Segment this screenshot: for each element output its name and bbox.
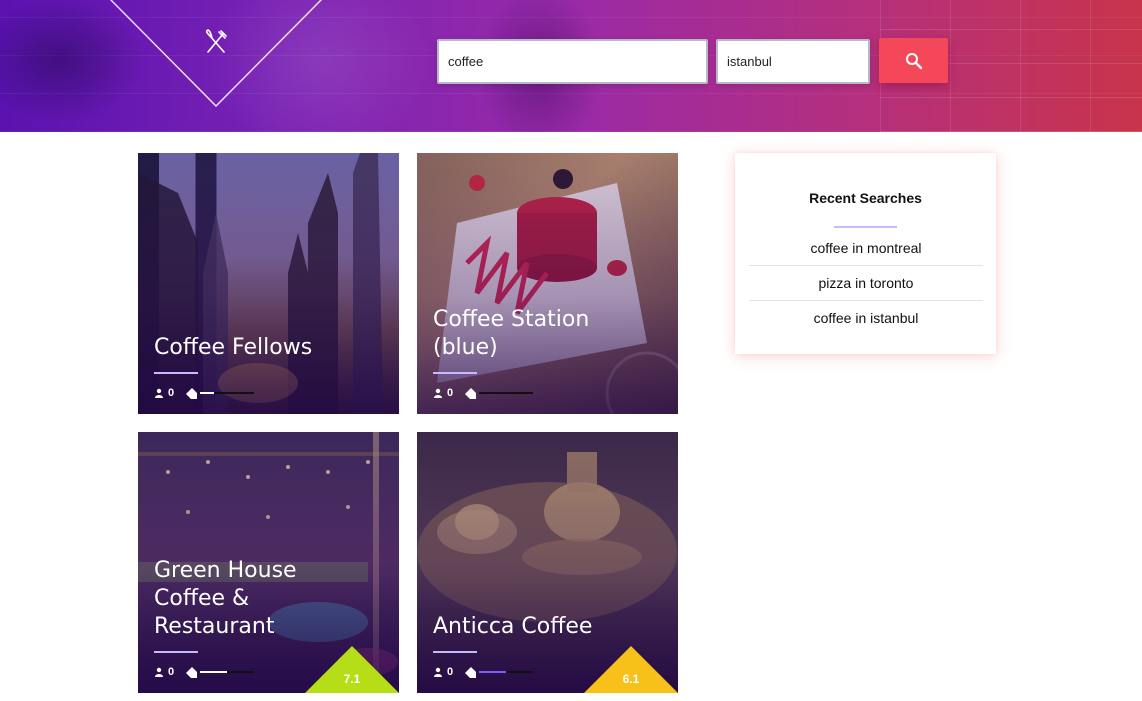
card-divider	[154, 372, 198, 374]
venue-meta: 0	[154, 386, 255, 400]
tag-icon	[186, 666, 198, 678]
recent-search-item[interactable]: coffee in istanbul	[749, 301, 983, 336]
venue-meta: 0	[433, 665, 534, 679]
search-button[interactable]	[879, 38, 948, 83]
venue-meta: 0	[154, 665, 255, 679]
recent-search-item[interactable]: coffee in montreal	[749, 231, 983, 266]
rating-value: 6.1	[622, 672, 640, 686]
search-term-input[interactable]	[437, 39, 708, 84]
card-divider	[433, 651, 477, 653]
recent-searches-title: Recent Searches	[809, 190, 922, 206]
venue-name: Coffee Station (blue)	[433, 307, 590, 360]
checkin-count: 0	[447, 387, 454, 399]
header-banner	[0, 0, 1142, 132]
recent-searches-panel: Recent Searches coffee in montreal pizza…	[735, 153, 996, 354]
tag-icon	[465, 387, 477, 399]
person-icon	[434, 667, 442, 677]
price-level-bar	[479, 671, 534, 673]
search-location-input[interactable]	[716, 39, 870, 84]
price-level-bar	[479, 392, 534, 394]
price-level-bar	[200, 671, 255, 673]
person-icon	[434, 388, 442, 398]
venue-name: Coffee Fellows	[154, 335, 313, 360]
venue-name: Green House Coffee & Restaurant	[154, 558, 297, 639]
checkin-count: 0	[168, 387, 175, 399]
rating-value: 7.1	[343, 672, 361, 686]
venue-card[interactable]: Coffee Fellows 0	[138, 153, 399, 414]
recent-searches-divider	[834, 226, 897, 228]
checkin-count: 0	[447, 666, 454, 678]
card-divider	[433, 372, 477, 374]
venue-meta: 0	[433, 386, 534, 400]
venue-card[interactable]: Anticca Coffee 0 6.1	[417, 432, 678, 693]
fork-knife-icon[interactable]	[202, 28, 230, 56]
venue-card[interactable]: Coffee Station (blue) 0	[417, 153, 678, 414]
tag-icon	[186, 387, 198, 399]
card-overlay	[417, 153, 678, 414]
rating-badge: 6.1	[584, 646, 678, 693]
venue-name: Anticca Coffee	[433, 614, 593, 639]
person-icon	[155, 667, 163, 677]
rating-badge: 7.1	[305, 646, 399, 693]
price-level-bar	[200, 392, 255, 394]
person-icon	[155, 388, 163, 398]
tag-icon	[465, 666, 477, 678]
recent-search-item[interactable]: pizza in toronto	[749, 266, 983, 301]
venue-card[interactable]: Green House Coffee & Restaurant 0 7.1	[138, 432, 399, 693]
checkin-count: 0	[168, 666, 175, 678]
search-icon	[905, 52, 922, 69]
card-divider	[154, 651, 198, 653]
recent-searches-list: coffee in montreal pizza in toronto coff…	[749, 231, 983, 336]
card-overlay	[138, 153, 399, 414]
